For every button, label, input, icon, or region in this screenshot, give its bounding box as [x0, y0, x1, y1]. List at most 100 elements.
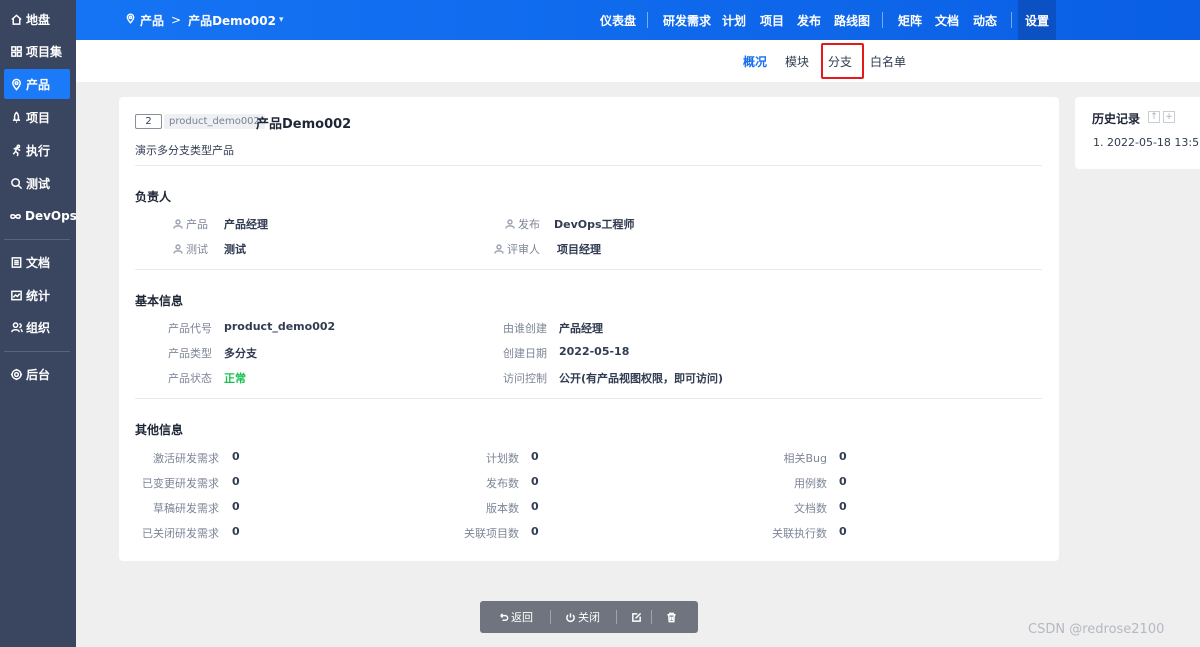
- section-title-owners: 负责人: [135, 190, 172, 204]
- history-entry[interactable]: 1. 2022-05-18 13:55:28: [1093, 136, 1200, 149]
- stat-label: 关联项目数: [464, 527, 519, 540]
- basic-value: 多分支: [224, 347, 257, 360]
- undo-icon: [500, 612, 509, 621]
- product-overview-card: 2 product_demo002 产品Demo002 演示多分支类型产品 负责…: [119, 97, 1059, 561]
- stat-label: 关联执行数: [772, 527, 827, 540]
- tab-overview[interactable]: 概况: [743, 40, 767, 82]
- sidebar-item-test[interactable]: 测试: [4, 168, 70, 198]
- breadcrumb: 产品 > 产品Demo002 ▾: [125, 0, 284, 40]
- basic-value: 产品经理: [559, 322, 603, 335]
- basic-value: 公开(有产品视图权限，即可访问): [559, 372, 724, 385]
- sidebar-divider: [4, 239, 70, 240]
- nav-project[interactable]: 项目: [760, 0, 784, 40]
- grid-icon: [9, 44, 23, 58]
- sidebar-item-label: 文档: [26, 255, 51, 270]
- rocket-icon: [9, 110, 23, 124]
- sub-navigation: 概况 模块 分支 白名单: [76, 40, 1200, 82]
- owner-label: 产品: [173, 216, 208, 232]
- nav-settings[interactable]: 设置: [1018, 0, 1056, 40]
- stat-label: 文档数: [794, 502, 827, 515]
- delete-button[interactable]: [666, 601, 679, 633]
- nav-divider: [882, 12, 883, 28]
- stat-label: 草稿研发需求: [153, 502, 219, 515]
- nav-dashboard[interactable]: 仪表盘: [600, 0, 636, 40]
- stat-value: 0: [531, 475, 539, 488]
- chart-icon: [9, 288, 23, 302]
- basic-value: product_demo002: [224, 320, 336, 333]
- sidebar-item-label: 项目: [26, 110, 51, 125]
- owner-value: 项目经理: [557, 243, 601, 256]
- sidebar-item-label: 地盘: [26, 12, 51, 27]
- toolbar-divider: [651, 610, 652, 624]
- stat-label: 激活研发需求: [153, 452, 219, 465]
- breadcrumb-root[interactable]: 产品: [140, 12, 164, 29]
- sidebar-item-label: 产品: [26, 77, 51, 92]
- sidebar-item-label: 项目集: [26, 44, 63, 59]
- sidebar-item-label: 组织: [26, 320, 51, 335]
- divider: [135, 165, 1042, 166]
- stat-value: 0: [531, 525, 539, 538]
- nav-doc[interactable]: 文档: [935, 0, 959, 40]
- sidebar-item-company[interactable]: 组织: [4, 312, 70, 342]
- sidebar-item-dashboard[interactable]: 地盘: [4, 4, 70, 34]
- back-button-label: 返回: [511, 611, 533, 624]
- sidebar-item-report[interactable]: 统计: [4, 280, 70, 310]
- nav-dynamic[interactable]: 动态: [973, 0, 997, 40]
- sidebar-item-admin[interactable]: 后台: [4, 359, 70, 389]
- breadcrumb-current-product[interactable]: 产品Demo002: [188, 12, 276, 29]
- basic-label: 由谁创建: [503, 322, 547, 335]
- section-title-basic-info: 基本信息: [135, 294, 184, 308]
- plus-icon[interactable]: +: [1163, 111, 1175, 123]
- stat-value: 0: [232, 525, 240, 538]
- sidebar-item-label: DevOps: [25, 209, 77, 223]
- nav-release[interactable]: 发布: [797, 0, 821, 40]
- sidebar-item-program[interactable]: 项目集: [4, 36, 70, 66]
- stat-label: 计划数: [486, 452, 519, 465]
- owner-value: DevOps工程师: [554, 218, 635, 231]
- sidebar-item-product[interactable]: 产品: [4, 69, 70, 99]
- toolbar-divider: [550, 610, 551, 624]
- tab-whitelist[interactable]: 白名单: [870, 40, 906, 82]
- power-icon: [566, 612, 575, 622]
- red-highlight-box: [821, 43, 864, 79]
- user-icon: [494, 244, 504, 254]
- stat-value: 0: [839, 475, 847, 488]
- stat-value: 0: [839, 450, 847, 463]
- location-pin-icon: [125, 13, 140, 27]
- stat-value: 0: [839, 525, 847, 538]
- tab-module[interactable]: 模块: [785, 40, 809, 82]
- sidebar-item-devops[interactable]: DevOps: [4, 201, 77, 231]
- nav-divider: [647, 12, 648, 28]
- edit-button[interactable]: [631, 601, 644, 633]
- arrow-up-icon[interactable]: ↑: [1148, 111, 1160, 123]
- trash-icon: [667, 612, 676, 622]
- history-title: 历史记录: [1092, 112, 1141, 126]
- stat-value: 0: [232, 500, 240, 513]
- basic-label: 产品代号: [168, 322, 212, 335]
- sidebar-item-project[interactable]: 项目: [4, 102, 70, 132]
- top-header: 产品 > 产品Demo002 ▾ 仪表盘 研发需求 计划 项目 发布 路线图 矩…: [76, 0, 1200, 40]
- stat-value: 0: [531, 500, 539, 513]
- stat-label: 相关Bug: [783, 452, 827, 465]
- sidebar-item-label: 测试: [26, 176, 51, 191]
- users-icon: [9, 320, 23, 334]
- basic-value: 2022-05-18: [559, 345, 630, 358]
- back-button[interactable]: 返回: [498, 601, 533, 633]
- nav-matrix[interactable]: 矩阵: [898, 0, 922, 40]
- running-icon: [9, 143, 23, 157]
- stat-label: 版本数: [486, 502, 519, 515]
- stat-value: 0: [232, 475, 240, 488]
- stat-label: 用例数: [794, 477, 827, 490]
- basic-label: 产品状态: [168, 372, 212, 385]
- nav-requirements[interactable]: 研发需求: [663, 0, 711, 40]
- action-toolbar: 返回 关闭: [480, 601, 698, 633]
- section-title-other-info: 其他信息: [135, 423, 184, 437]
- chevron-down-icon[interactable]: ▾: [279, 15, 284, 25]
- owner-label: 发布: [505, 216, 540, 232]
- nav-plan[interactable]: 计划: [722, 0, 746, 40]
- close-button-label: 关闭: [578, 611, 600, 624]
- nav-roadmap[interactable]: 路线图: [834, 0, 870, 40]
- sidebar-item-execution[interactable]: 执行: [4, 135, 70, 165]
- close-product-button[interactable]: 关闭: [565, 601, 600, 633]
- sidebar-item-doc[interactable]: 文档: [4, 247, 70, 277]
